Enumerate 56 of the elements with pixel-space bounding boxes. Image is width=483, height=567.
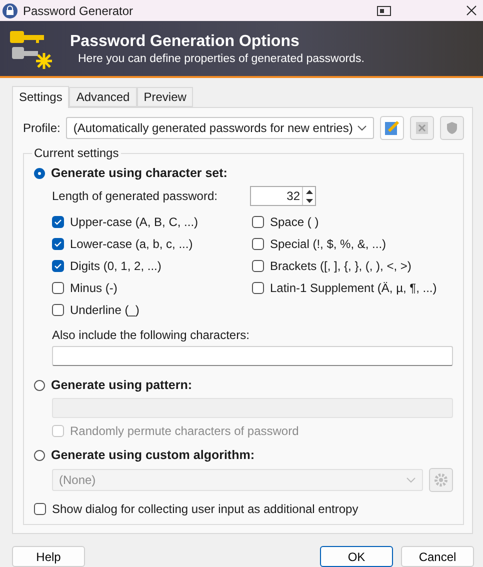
edit-button[interactable]	[380, 116, 404, 140]
checkmark-icon	[54, 262, 62, 270]
tab[interactable]: Preview	[136, 87, 194, 107]
profile-dropdown[interactable]: (Automatically generated passwords for new entries)	[66, 117, 374, 139]
checkbox[interactable]	[252, 216, 264, 228]
radio-button[interactable]	[34, 380, 45, 390]
dialog-button[interactable]: Help	[12, 546, 85, 567]
radio-label: Generate using pattern:	[51, 378, 192, 392]
also-include-label: Also include the following characters:	[52, 328, 250, 342]
radio-label: Generate using custom algorithm:	[51, 448, 255, 462]
checkbox[interactable]	[52, 216, 64, 228]
option-label: Upper-case (A, B, C, ...)	[70, 215, 198, 229]
checkmark-icon	[54, 218, 62, 226]
checkbox[interactable]	[252, 282, 264, 294]
dialog-button[interactable]: Cancel	[401, 546, 474, 567]
input-field[interactable]	[52, 346, 453, 366]
chevron-down-icon	[357, 125, 367, 131]
option-label: Space ( )	[270, 215, 319, 229]
banner-subtitle: Here you can define properties of generated passwords.	[77, 52, 364, 65]
shield-icon	[445, 121, 459, 135]
spin-up-icon[interactable]	[306, 190, 312, 194]
option-label: Minus (-)	[70, 281, 118, 295]
pencil-icon	[384, 120, 400, 136]
radio-label: Generate using character set:	[51, 166, 228, 180]
checkbox[interactable]	[252, 238, 264, 250]
checkbox[interactable]	[52, 260, 64, 272]
window-title: Password Generator	[23, 4, 134, 18]
delete-icon	[416, 122, 428, 134]
option-label: Show dialog for collecting user input as additional entropy	[52, 502, 358, 516]
length-spinner[interactable]: 32	[250, 186, 316, 206]
option-label: Randomly permute characters of password	[70, 424, 299, 438]
checkbox[interactable]	[252, 260, 264, 272]
group-title: Current settings	[33, 146, 120, 160]
length-label: Length of generated password:	[52, 189, 218, 203]
option-label: Underline (_)	[70, 303, 140, 317]
checkbox[interactable]	[52, 238, 64, 250]
tab[interactable]: Advanced	[69, 87, 137, 107]
spin-down-icon[interactable]	[306, 198, 312, 202]
radio-button[interactable]	[34, 168, 45, 178]
checkmark-icon	[54, 240, 62, 248]
option-label: Latin-1 Supplement (Ä, µ, ¶, ...)	[270, 281, 437, 295]
lock-icon	[2, 2, 18, 19]
option-label: Lower-case (a, b, c, ...)	[70, 237, 193, 251]
option-label: Digits (0, 1, 2, ...)	[70, 259, 162, 273]
checkbox[interactable]	[34, 503, 46, 515]
close-icon[interactable]	[466, 5, 477, 16]
checkbox[interactable]	[52, 304, 64, 316]
profile-label: Profile:	[23, 121, 60, 135]
chevron-down-icon	[406, 477, 416, 483]
tab[interactable]: Settings	[12, 86, 70, 108]
checkbox[interactable]	[52, 282, 64, 294]
option-label: Special (!, $, %, &, ...)	[270, 237, 386, 251]
dialog-button[interactable]: OK	[320, 546, 393, 567]
banner-title: Password Generation Options	[70, 32, 300, 51]
gear-icon	[434, 473, 448, 487]
option-label: Brackets ([, ], {, }, (, ), <, >)	[270, 259, 412, 273]
